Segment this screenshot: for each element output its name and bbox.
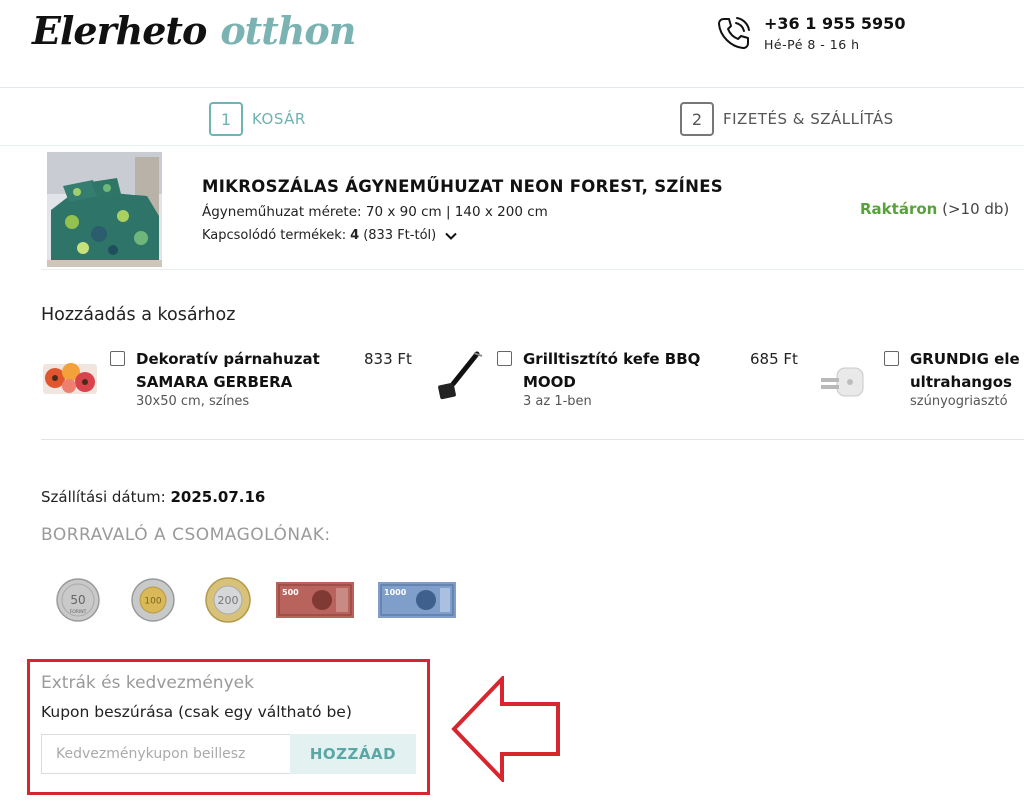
opening-hours: Hé-Pé 8 - 16 h <box>764 37 860 52</box>
arrow-left-icon <box>451 676 560 782</box>
tip-option-50[interactable]: 50 FORINT <box>56 578 100 622</box>
addons-list: Dekoratív párnahuzat SAMARA GERBERA 30x5… <box>41 342 1024 440</box>
addon-checkbox[interactable] <box>110 351 125 366</box>
svg-text:500: 500 <box>282 588 299 597</box>
logo-text-primary: Elerheto <box>32 8 207 53</box>
stock-info: Raktáron (>10 db) <box>860 200 1009 218</box>
addon-name[interactable]: Dekoratív párnahuzat SAMARA GERBERA <box>136 348 320 394</box>
chevron-down-icon <box>445 232 457 240</box>
tip-option-500[interactable]: 500 <box>276 582 354 618</box>
addon-item: Dekoratív párnahuzat SAMARA GERBERA 30x5… <box>41 342 431 422</box>
tip-heading: BORRAVALÓ A CSOMAGOLÓNAK: <box>41 525 331 545</box>
step-label: FIZETÉS & SZÁLLÍTÁS <box>723 110 894 128</box>
addon-price: 685 Ft <box>750 350 798 368</box>
addon-item: Grilltisztító kefe BBQ MOOD 3 az 1-ben 6… <box>427 342 817 422</box>
related-count: 4 <box>350 228 360 243</box>
svg-text:100: 100 <box>144 597 161 607</box>
coupon-input[interactable] <box>41 734 290 774</box>
addons-heading: Hozzáadás a kosárhoz <box>41 305 236 325</box>
phone-number[interactable]: +36 1 955 5950 <box>764 14 905 33</box>
addon-item: GRUNDIG ele ultrahangos szúnyogriasztó <box>813 342 1024 422</box>
site-logo[interactable]: Elerheto otthon <box>32 8 356 64</box>
tip-option-200[interactable]: 200 <box>205 577 251 623</box>
extras-heading: Extrák és kedvezmények <box>41 673 254 693</box>
addon-name[interactable]: GRUNDIG ele ultrahangos <box>910 348 1020 394</box>
shipping-date-value: 2025.07.16 <box>170 488 266 506</box>
addon-price: 833 Ft <box>364 350 412 368</box>
step-number: 2 <box>680 102 714 136</box>
tip-option-1000[interactable]: 1000 <box>378 582 456 618</box>
related-label: Kapcsolódó termékek: <box>202 228 347 243</box>
product-title[interactable]: MIKROSZÁLAS ÁGYNEMŰHUZAT NEON FOREST, SZ… <box>202 177 723 196</box>
addon-image[interactable] <box>813 352 871 402</box>
addon-checkbox[interactable] <box>497 351 512 366</box>
product-image[interactable] <box>47 152 162 267</box>
tip-option-100[interactable]: 100 <box>131 578 175 622</box>
logo-text-accent: otthon <box>220 8 356 53</box>
checkout-steps: 1 KOSÁR 2 FIZETÉS & SZÁLLÍTÁS <box>0 88 1024 146</box>
step-payment-shipping[interactable]: 2 FIZETÉS & SZÁLLÍTÁS <box>680 102 894 136</box>
svg-text:50: 50 <box>70 593 85 607</box>
addon-checkbox[interactable] <box>884 351 899 366</box>
addon-subtitle: 30x50 cm, színes <box>136 394 250 409</box>
addon-image[interactable] <box>41 352 99 402</box>
site-header: Elerheto otthon +36 1 955 5950 Hé-Pé 8 -… <box>0 0 1024 88</box>
product-size: Ágyneműhuzat mérete: 70 x 90 cm | 140 x … <box>202 204 548 220</box>
addon-subtitle: 3 az 1-ben <box>523 394 592 409</box>
svg-text:1000: 1000 <box>384 588 407 597</box>
stock-status: Raktáron <box>860 200 938 218</box>
svg-text:FORINT: FORINT <box>70 609 87 615</box>
related-price-from: (833 Ft-tól) <box>363 228 437 243</box>
addon-image[interactable] <box>427 350 485 406</box>
related-products-toggle[interactable]: Kapcsolódó termékek: 4 (833 Ft-tól) <box>202 228 458 243</box>
stock-count: (>10 db) <box>942 200 1010 218</box>
cart-item: MIKROSZÁLAS ÁGYNEMŰHUZAT NEON FOREST, SZ… <box>41 146 1024 270</box>
shipping-date-label: Szállítási dátum: <box>41 488 166 506</box>
step-label: KOSÁR <box>252 110 306 128</box>
add-coupon-button[interactable]: HOZZÁAD <box>290 734 416 774</box>
addon-subtitle: szúnyogriasztó <box>910 394 1008 409</box>
svg-text:200: 200 <box>218 594 239 607</box>
step-cart[interactable]: 1 KOSÁR <box>209 102 306 136</box>
phone-icon <box>718 17 750 49</box>
step-number: 1 <box>209 102 243 136</box>
shipping-date: Szállítási dátum: 2025.07.16 <box>41 488 265 506</box>
addon-name[interactable]: Grilltisztító kefe BBQ MOOD <box>523 348 700 394</box>
coupon-label: Kupon beszúrása (csak egy váltható be) <box>41 703 352 721</box>
